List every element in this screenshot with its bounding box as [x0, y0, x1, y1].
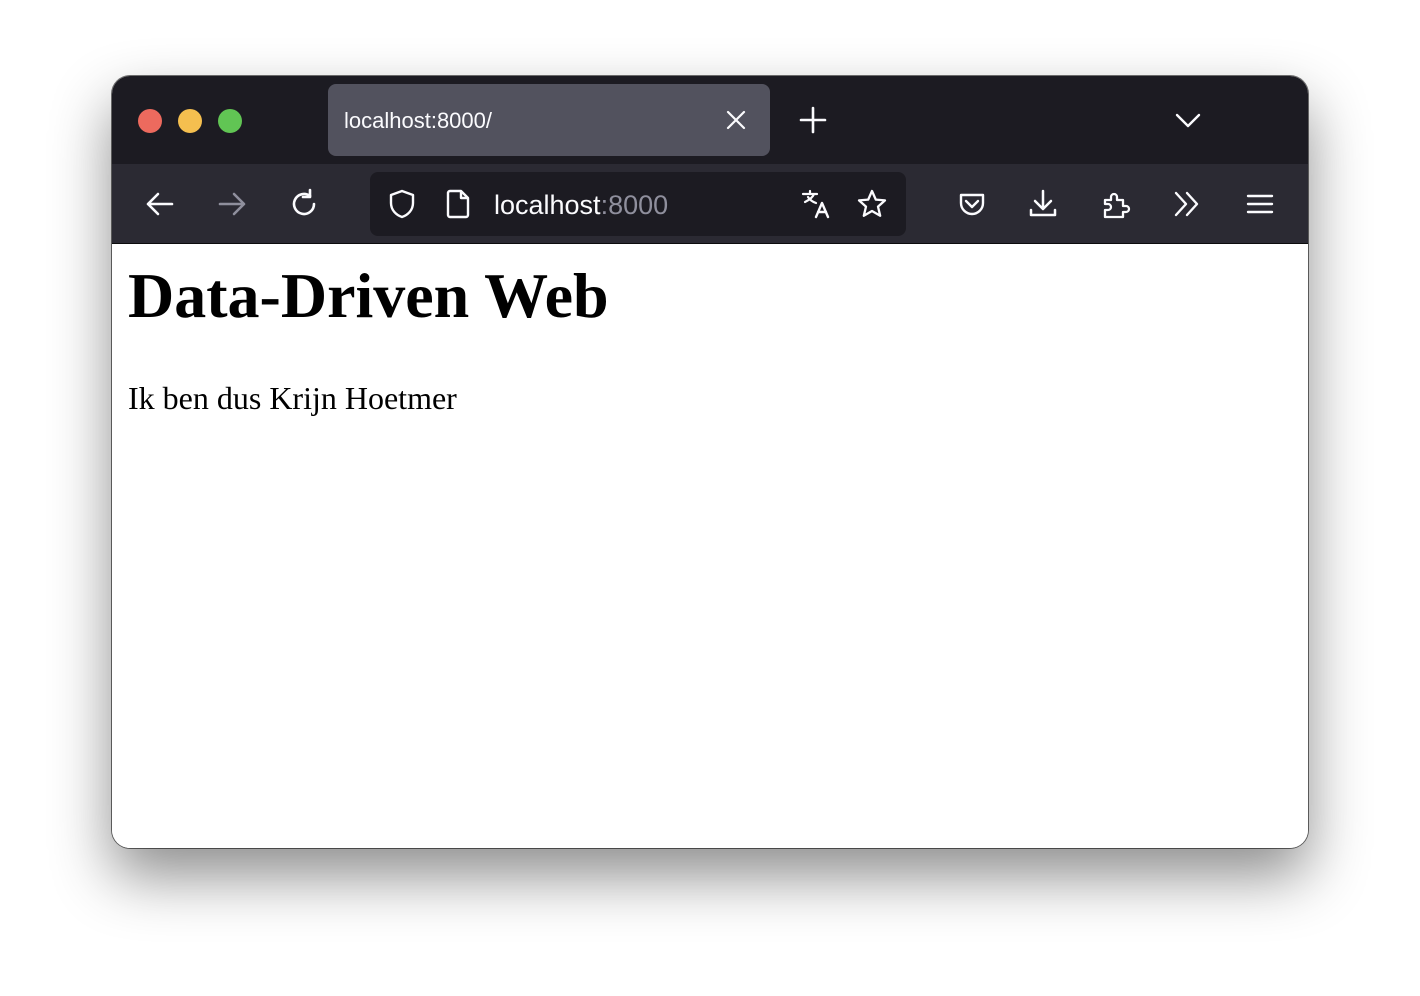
pocket-button[interactable]	[956, 188, 988, 220]
bookmark-button[interactable]	[856, 188, 888, 220]
download-icon	[1029, 189, 1057, 217]
window-maximize-button[interactable]	[218, 109, 242, 133]
tab-active[interactable]: localhost:8000/	[328, 84, 770, 156]
url-port: :8000	[600, 190, 669, 220]
page-icon	[446, 189, 470, 219]
plus-icon	[799, 106, 827, 134]
chevron-down-icon	[1175, 113, 1201, 128]
arrow-left-icon	[146, 192, 174, 216]
list-all-tabs-button[interactable]	[1174, 106, 1202, 134]
translate-button[interactable]	[800, 188, 832, 220]
hamburger-menu-icon	[1246, 194, 1274, 214]
page-info-button[interactable]	[442, 188, 474, 220]
page-content: Data-Driven Web Ik ben dus Krijn Hoetmer	[112, 244, 1308, 848]
tab-strip: localhost:8000/	[112, 76, 1308, 164]
tracking-protection-button[interactable]	[386, 188, 418, 220]
translate-icon	[801, 189, 830, 219]
url-text[interactable]: localhost:8000	[494, 172, 668, 236]
tab-close-button[interactable]	[724, 108, 748, 132]
url-host: localhost	[494, 190, 601, 220]
reload-icon	[292, 188, 316, 216]
url-bar[interactable]: localhost:8000	[370, 172, 906, 236]
forward-button[interactable]	[216, 188, 248, 220]
desktop-backdrop: localhost:8000/ localhost:8000 Data-Driv…	[0, 0, 1420, 996]
extensions-button[interactable]	[1100, 188, 1132, 220]
page-heading: Data-Driven Web	[128, 260, 609, 331]
main-menu-button[interactable]	[1244, 188, 1276, 220]
chevron-double-right-icon	[1174, 191, 1199, 217]
tab-title: localhost:8000/	[344, 108, 492, 133]
back-button[interactable]	[144, 188, 176, 220]
window-close-button[interactable]	[138, 109, 162, 133]
downloads-button[interactable]	[1027, 188, 1059, 220]
puzzle-icon	[1103, 192, 1131, 219]
overflow-menu-button[interactable]	[1171, 188, 1203, 220]
navigation-toolbar: localhost:8000	[112, 164, 1308, 244]
pocket-icon	[959, 193, 985, 216]
reload-button[interactable]	[288, 188, 320, 220]
new-tab-button[interactable]	[798, 105, 828, 135]
star-icon	[857, 189, 887, 217]
arrow-right-icon	[218, 192, 246, 216]
shield-icon	[389, 189, 415, 219]
window-minimize-button[interactable]	[178, 109, 202, 133]
browser-window: localhost:8000/ localhost:8000 Data-Driv…	[112, 76, 1308, 848]
page-paragraph: Ik ben dus Krijn Hoetmer	[128, 380, 457, 416]
close-icon	[726, 110, 746, 130]
